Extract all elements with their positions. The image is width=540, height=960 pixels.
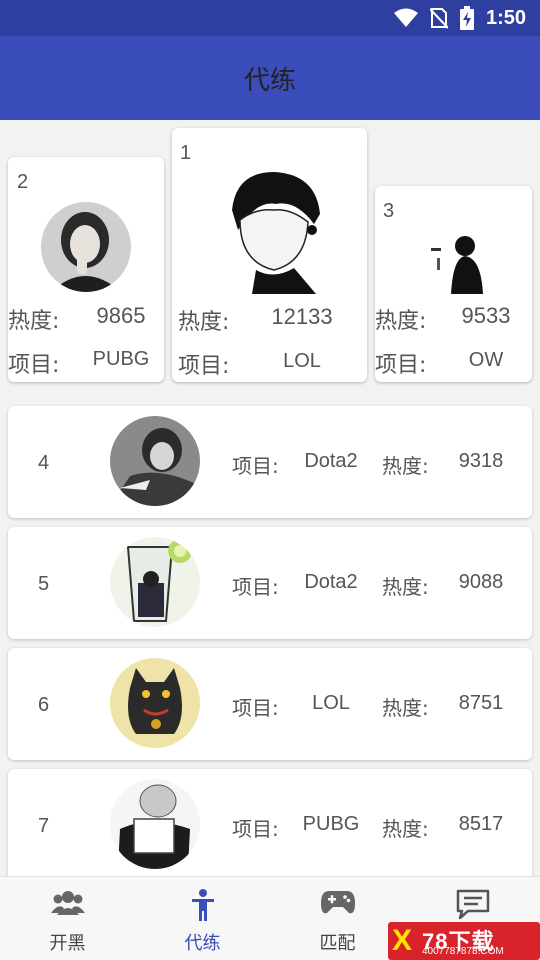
list-item[interactable]: 7 项目: PUBG 热度: 8517 (8, 769, 532, 881)
watermark-logo: X 78下载 4007787878.COM (388, 922, 540, 960)
nav-item-pipei[interactable]: 匹配 (270, 877, 405, 960)
project-value: LOL (312, 692, 350, 714)
heat-value: 9533 (461, 303, 511, 328)
rank-number: 7 (38, 815, 50, 837)
project-label: 项目: (232, 454, 279, 478)
wifi-icon (393, 8, 418, 27)
avatar (110, 537, 200, 627)
heat-value: 8517 (458, 813, 504, 835)
rank-number: 3 (383, 200, 395, 222)
chat-icon (456, 889, 489, 919)
list-item[interactable]: 5 项目: Dota2 热度: 9088 (8, 527, 532, 639)
rank-number: 1 (180, 142, 192, 164)
project-value: OW (468, 349, 504, 371)
heat-label: 热度: (375, 309, 427, 334)
page-title: 代练 (243, 65, 296, 96)
watermark-mark: X (392, 924, 413, 957)
avatar (110, 658, 200, 748)
watermark-subtext: 4007787878.COM (422, 946, 504, 957)
nav-label: 开黑 (49, 933, 86, 954)
heat-label: 热度: (178, 310, 230, 335)
avatar (110, 779, 200, 869)
rank-number: 6 (38, 694, 50, 716)
rank-number: 2 (17, 171, 29, 193)
heat-value: 9088 (458, 571, 504, 593)
project-value: LOL (283, 350, 321, 372)
no-sim-icon (429, 8, 448, 29)
nav-item-kaihei[interactable]: 开黑 (0, 877, 135, 960)
heat-label: 热度: (382, 817, 429, 841)
project-value: Dota2 (304, 450, 358, 472)
project-value: PUBG (302, 813, 360, 835)
group-icon (50, 891, 85, 915)
avatar (41, 202, 131, 292)
project-label: 项目: (232, 817, 279, 841)
avatar (226, 170, 322, 294)
project-value: PUBG (92, 348, 150, 370)
project-label: 项目: (232, 696, 279, 720)
app-bar: 代练 (0, 36, 540, 120)
project-label: 项目: (178, 354, 230, 379)
podium-card-rank-1[interactable]: 1 热度: 12133 项目: LOL (172, 128, 367, 382)
rank-number: 5 (38, 573, 50, 595)
list-item[interactable]: 6 项目: LOL 热度: 8751 (8, 648, 532, 760)
gamepad-icon (320, 891, 355, 914)
heat-value: 9318 (458, 450, 504, 472)
heat-label: 热度: (8, 309, 60, 334)
list-item[interactable]: 4 项目: Dota2 热度: 9318 (8, 406, 532, 518)
heat-value: 9865 (96, 303, 146, 328)
project-value: Dota2 (304, 571, 358, 593)
podium-card-rank-3[interactable]: 3 热度: 9533 项目: OW (375, 186, 532, 382)
rank-number: 4 (38, 452, 50, 474)
nav-label: 匹配 (319, 933, 356, 954)
project-label: 项目: (375, 353, 427, 378)
heat-value: 8751 (458, 692, 504, 714)
nav-label: 代练 (184, 933, 221, 954)
person-icon (191, 889, 214, 921)
project-label: 项目: (8, 353, 60, 378)
battery-charging-icon (459, 6, 474, 30)
status-bar: 1:50 (0, 0, 540, 36)
nav-item-dailian[interactable]: 代练 (135, 877, 270, 960)
project-label: 项目: (232, 575, 279, 599)
heat-label: 热度: (382, 454, 429, 478)
avatar (110, 416, 200, 506)
status-time: 1:50 (485, 6, 526, 29)
heat-value: 12133 (271, 304, 333, 329)
avatar (425, 228, 487, 294)
podium-card-rank-2[interactable]: 2 热度: 9865 项目: PUBG (8, 157, 164, 382)
heat-label: 热度: (382, 575, 429, 599)
heat-label: 热度: (382, 696, 429, 720)
